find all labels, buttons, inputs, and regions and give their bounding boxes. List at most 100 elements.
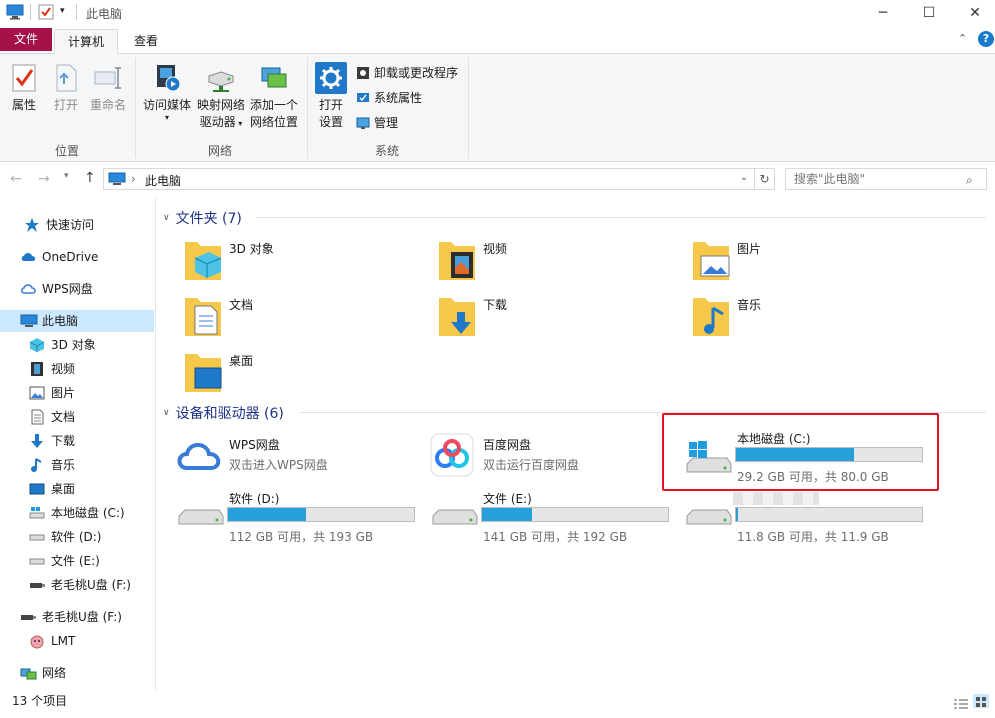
- back-arrow-icon[interactable]: ←: [10, 171, 22, 187]
- properties-button[interactable]: 属性: [6, 62, 42, 114]
- map-network-drive-button[interactable]: 映射网络 驱动器 ▾: [195, 62, 247, 132]
- tab-file[interactable]: 文件: [0, 28, 52, 51]
- open-button[interactable]: 打开: [50, 62, 82, 114]
- rename-button[interactable]: 重命名: [88, 62, 128, 114]
- search-placeholder: 搜索"此电脑": [794, 172, 866, 186]
- sidebar-item-drive-e[interactable]: 文件 (E:): [0, 550, 154, 572]
- sidebar-item-3d-objects[interactable]: 3D 对象: [0, 334, 154, 356]
- baidu-cloud-drive[interactable]: 百度网盘 双击运行百度网盘: [429, 433, 679, 492]
- folder-document-icon: [185, 298, 221, 336]
- folder-downloads[interactable]: 下载: [437, 294, 687, 344]
- manage-button[interactable]: 管理: [356, 114, 398, 131]
- search-input[interactable]: 搜索"此电脑" ⌕: [785, 168, 987, 190]
- hard-drive-icon: [29, 529, 45, 545]
- folder-3d-objects[interactable]: 3D 对象: [183, 238, 433, 288]
- folder-name: 3D 对象: [229, 242, 274, 256]
- breadcrumb-separator-icon[interactable]: ›: [131, 172, 136, 186]
- group-label-network: 网络: [208, 144, 233, 158]
- drive-usage-fill: [736, 508, 738, 521]
- access-media-label: 访问媒体: [142, 98, 191, 112]
- breadcrumb-this-pc[interactable]: 此电脑: [145, 172, 181, 189]
- close-button[interactable]: ✕: [952, 0, 995, 26]
- devices-section-header[interactable]: ∨ 设备和驱动器 (6): [163, 403, 284, 423]
- folder-desktop[interactable]: 桌面: [183, 350, 433, 400]
- folder-pictures[interactable]: 图片: [691, 238, 941, 288]
- folder-name: 音乐: [737, 298, 762, 312]
- sidebar-item-music[interactable]: 音乐: [0, 454, 154, 476]
- map-drive-label-2: 驱动器: [199, 115, 236, 129]
- sidebar-item-pictures[interactable]: 图片: [0, 382, 154, 404]
- sidebar-item-videos[interactable]: 视频: [0, 358, 154, 380]
- sidebar-item-quick-access[interactable]: 快速访问: [0, 214, 154, 236]
- minimize-button[interactable]: ─: [860, 0, 906, 26]
- sidebar-item-lmt[interactable]: LMT: [0, 630, 154, 652]
- lmt-avatar-icon: [29, 633, 45, 649]
- address-bar[interactable]: › 此电脑 ⌄: [103, 168, 755, 190]
- sidebar-item-downloads[interactable]: 下载: [0, 430, 154, 452]
- open-label: 打开: [53, 98, 78, 112]
- collapse-chevron-icon: ∨: [163, 213, 170, 223]
- music-note-icon: [29, 457, 45, 473]
- sidebar-label: 音乐: [51, 458, 76, 472]
- add-network-location-button[interactable]: 添加一个 网络位置: [247, 62, 301, 131]
- help-icon[interactable]: ?: [978, 31, 994, 47]
- sidebar-item-wps[interactable]: WPS网盘: [0, 278, 154, 300]
- address-dropdown-icon[interactable]: ⌄: [740, 172, 748, 183]
- sidebar-item-desktop[interactable]: 桌面: [0, 478, 154, 500]
- folder-documents[interactable]: 文档: [183, 294, 433, 344]
- collapse-ribbon-icon[interactable]: ⌃: [958, 32, 967, 45]
- forward-arrow-icon[interactable]: →: [38, 171, 50, 187]
- up-arrow-icon[interactable]: ↑: [84, 170, 96, 186]
- folder-videos[interactable]: 视频: [437, 238, 687, 288]
- drive-d[interactable]: 软件 (D:) 112 GB 可用，共 193 GB: [175, 490, 425, 546]
- drive-f[interactable]: 11.8 GB 可用，共 11.9 GB: [683, 490, 933, 546]
- windows-drive-icon: [29, 505, 45, 521]
- dropdown-arrow-icon: ▾: [164, 113, 169, 122]
- properties-icon: [8, 62, 40, 94]
- sidebar-item-documents[interactable]: 文档: [0, 406, 154, 428]
- large-icons-view-icon[interactable]: [973, 694, 989, 708]
- rename-label: 重命名: [89, 98, 126, 112]
- drive-size: 141 GB 可用，共 192 GB: [483, 530, 628, 544]
- sidebar-item-usb[interactable]: 老毛桃U盘 (F:): [0, 606, 154, 628]
- wps-cloud-drive[interactable]: WPS网盘 双击进入WPS网盘: [175, 436, 425, 492]
- drive-name: 软件 (D:): [229, 492, 280, 506]
- folder-name: 文档: [229, 298, 254, 312]
- details-view-icon[interactable]: [954, 695, 968, 718]
- baidu-netdisk-icon: [430, 433, 474, 477]
- computer-icon[interactable]: [6, 4, 24, 23]
- sidebar-item-drive-d[interactable]: 软件 (D:): [0, 526, 154, 548]
- open-settings-button[interactable]: 打开 设置: [313, 62, 349, 131]
- film-icon: [29, 361, 45, 377]
- refresh-icon: ↻: [759, 172, 770, 186]
- window-title: 此电脑: [86, 7, 123, 21]
- ribbon-tabs: 文件 计算机 查看 ⌃ ?: [0, 26, 995, 55]
- access-media-button[interactable]: 访问媒体 ▾: [141, 62, 193, 122]
- sidebar-item-this-pc[interactable]: 此电脑: [0, 310, 154, 332]
- drive-usage-fill: [228, 508, 307, 521]
- maximize-button[interactable]: ☐: [906, 0, 952, 26]
- refresh-button[interactable]: ↻: [755, 168, 775, 190]
- quick-access-dropdown-icon[interactable]: ▾: [60, 6, 65, 16]
- uninstall-icon: [357, 66, 369, 79]
- recent-locations-icon[interactable]: ▾: [64, 171, 69, 181]
- tab-computer[interactable]: 计算机: [54, 29, 118, 55]
- sidebar-item-drive-c[interactable]: 本地磁盘 (C:): [0, 502, 154, 524]
- sidebar-item-network[interactable]: 网络: [0, 662, 154, 684]
- system-properties-icon: [357, 92, 369, 102]
- folder-desktop-icon: [185, 354, 222, 392]
- tab-view[interactable]: 查看: [124, 29, 168, 54]
- properties-check-icon[interactable]: [38, 4, 54, 23]
- properties-label: 属性: [11, 98, 36, 112]
- folder-music[interactable]: 音乐: [691, 294, 941, 344]
- sidebar-item-drive-f[interactable]: 老毛桃U盘 (F:): [0, 574, 154, 596]
- sidebar-item-onedrive[interactable]: OneDrive: [0, 246, 154, 268]
- folders-section-header[interactable]: ∨ 文件夹 (7): [163, 208, 242, 228]
- document-icon: [29, 409, 45, 425]
- uninstall-programs-button[interactable]: 卸载或更改程序: [356, 64, 458, 81]
- wps-desc: 双击进入WPS网盘: [229, 458, 328, 472]
- folder-name: 视频: [483, 242, 508, 256]
- system-properties-button[interactable]: 系统属性: [356, 89, 422, 106]
- drive-e[interactable]: 文件 (E:) 141 GB 可用，共 192 GB: [429, 490, 679, 546]
- hard-drive-icon: [432, 509, 478, 525]
